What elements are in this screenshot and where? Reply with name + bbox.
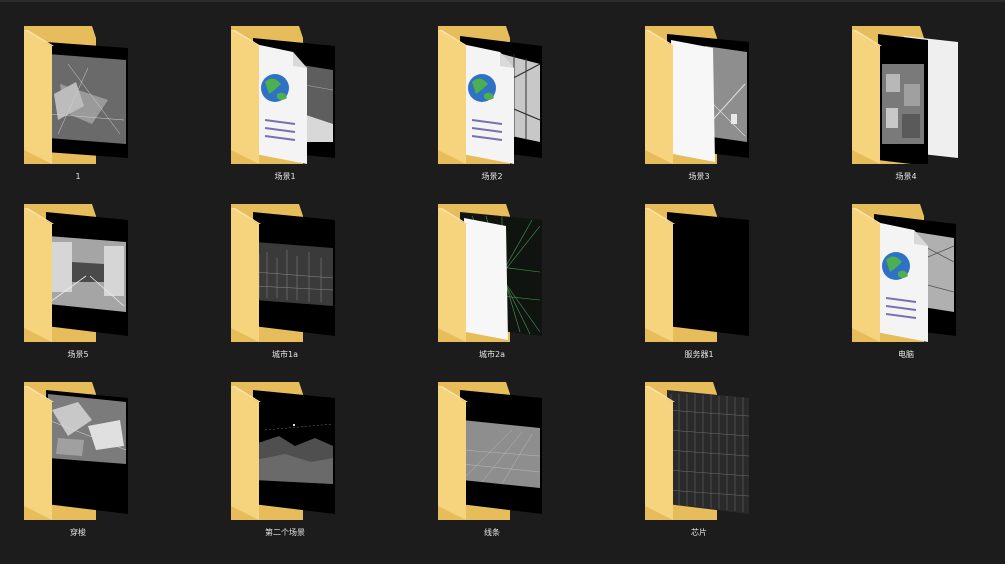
folder-label: 穿梭 bbox=[70, 528, 86, 537]
folder-label: 城市2a bbox=[479, 350, 505, 359]
folder-item[interactable]: 1 bbox=[0, 24, 168, 184]
folder-label: 场景4 bbox=[895, 172, 917, 181]
folder-icon bbox=[645, 204, 749, 342]
folder-item[interactable]: 场景5 bbox=[0, 202, 168, 362]
folder-item[interactable]: 第二个场景 bbox=[195, 380, 375, 540]
document-icon bbox=[255, 44, 307, 164]
folder-item[interactable]: 场景3 bbox=[609, 24, 789, 184]
folder-label: 第二个场景 bbox=[265, 528, 305, 537]
folder-preview-black bbox=[667, 212, 749, 336]
folder-item[interactable]: 穿梭 bbox=[0, 380, 168, 540]
folder-icon bbox=[231, 382, 335, 520]
folder-label: 场景1 bbox=[274, 172, 296, 181]
folder-preview-grid-floor bbox=[460, 390, 542, 514]
folder-label: 电脑 bbox=[898, 350, 914, 359]
folder-icon bbox=[852, 204, 956, 342]
folder-icon bbox=[438, 26, 542, 164]
folder-label: 城市1a bbox=[272, 350, 298, 359]
folder-icon bbox=[852, 26, 958, 164]
folder-preview-jet bbox=[46, 42, 128, 158]
folder-label: 服务器1 bbox=[684, 350, 714, 359]
file-grid: 1 场景1 场景2 场景3 场景4 场景5 城市1a 城市2a 服务器1 电脑 … bbox=[0, 0, 1005, 564]
folder-icon bbox=[438, 382, 542, 520]
folder-item[interactable]: 电脑 bbox=[816, 202, 996, 362]
folder-item[interactable]: 城市1a bbox=[195, 202, 375, 362]
folder-preview-hallway bbox=[46, 212, 128, 336]
document-icon bbox=[876, 222, 928, 342]
folder-icon bbox=[231, 26, 335, 164]
folder-icon bbox=[231, 204, 335, 342]
folder-item[interactable]: 芯片 bbox=[609, 380, 789, 540]
folder-icon bbox=[645, 382, 750, 520]
folder-item[interactable]: 城市2a bbox=[402, 202, 582, 362]
folder-label: 场景3 bbox=[688, 172, 710, 181]
folder-preview-city-wire bbox=[253, 212, 335, 336]
folder-label: 芯片 bbox=[691, 528, 707, 537]
folder-icon bbox=[645, 26, 749, 164]
folder-item[interactable]: 场景2 bbox=[402, 24, 582, 184]
folder-icon bbox=[438, 204, 542, 342]
folder-item[interactable]: 场景1 bbox=[195, 24, 375, 184]
document-icon bbox=[462, 44, 514, 164]
folder-item[interactable]: 服务器1 bbox=[609, 202, 789, 362]
folder-item[interactable]: 线条 bbox=[402, 380, 582, 540]
folder-preview-chip bbox=[666, 390, 750, 514]
folder-icon bbox=[24, 26, 128, 164]
folder-label: 1 bbox=[75, 172, 81, 181]
folder-label: 线条 bbox=[484, 528, 500, 537]
folder-label: 场景5 bbox=[67, 350, 89, 359]
folder-preview-city-blocks bbox=[878, 34, 928, 164]
folder-icon bbox=[24, 382, 128, 520]
folder-item[interactable]: 场景4 bbox=[816, 24, 996, 184]
folder-label: 场景2 bbox=[481, 172, 503, 181]
folder-icon bbox=[24, 204, 128, 342]
folder-preview-terrain bbox=[253, 390, 335, 514]
folder-preview-aerial bbox=[46, 390, 128, 514]
